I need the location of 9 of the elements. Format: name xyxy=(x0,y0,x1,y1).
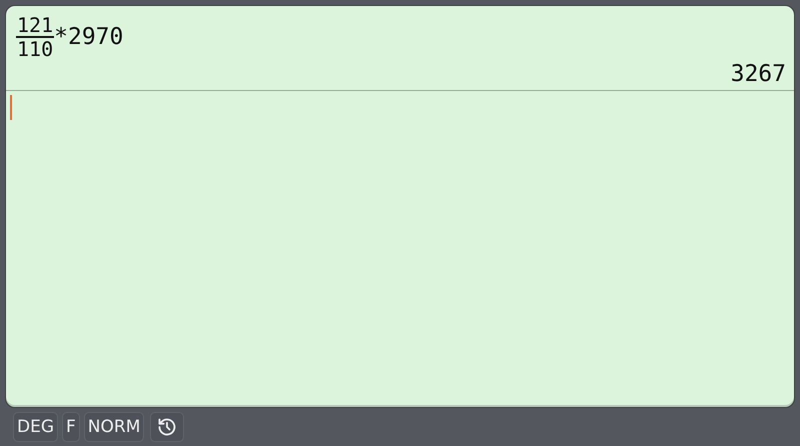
numerator: 121 xyxy=(16,14,54,38)
mode-button[interactable]: DEG xyxy=(13,412,58,442)
history-button[interactable] xyxy=(150,412,184,442)
mode-button[interactable]: NORM xyxy=(84,412,144,442)
mode-button[interactable]: F xyxy=(62,412,80,442)
expression-text: *2970 xyxy=(54,25,124,49)
result-text: 3267 xyxy=(730,60,786,89)
history-icon xyxy=(157,417,178,437)
denominator: 110 xyxy=(16,38,54,60)
